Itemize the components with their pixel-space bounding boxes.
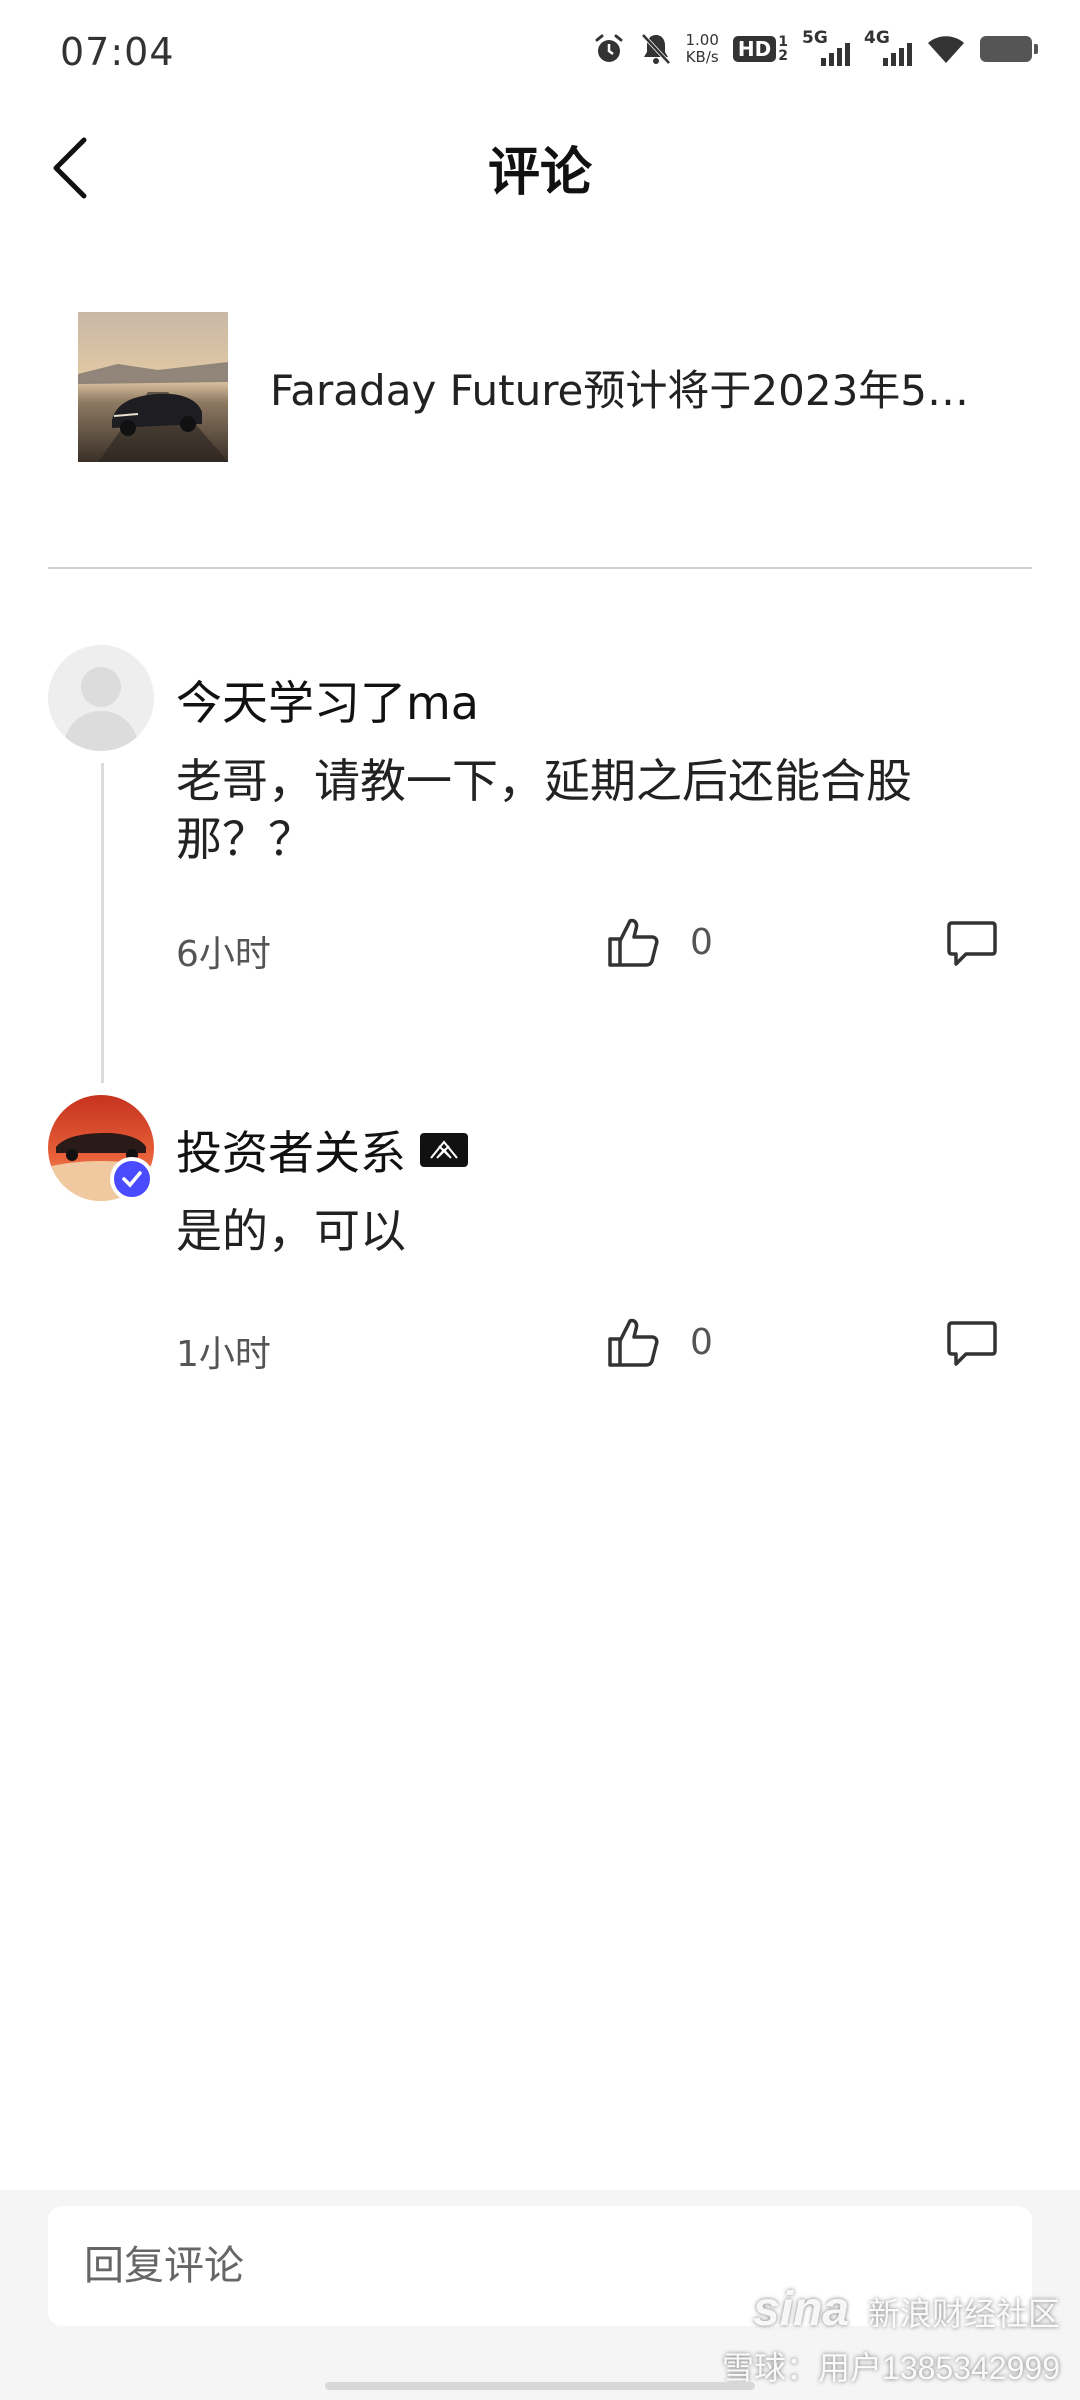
net-speed-unit: KB/s: [685, 48, 719, 66]
hd-sim1: 1: [778, 34, 788, 50]
watermark-line1: sina 新浪财经社区: [722, 2282, 1060, 2337]
status-bar: 07:04 1.00 KB/s HD 1 2 5G 4G: [0, 0, 1080, 110]
signal-4g-icon: 4G: [864, 28, 912, 66]
status-time: 07:04: [60, 30, 175, 74]
status-icons: 1.00 KB/s HD 1 2 5G 4G: [592, 28, 1038, 66]
hd-label: HD: [732, 36, 777, 62]
net-speed: 1.00 KB/s: [686, 32, 719, 66]
comment-time: 1小时: [176, 1334, 271, 1375]
net-speed-value: 1.00: [685, 31, 719, 49]
like-button[interactable]: 0: [606, 915, 713, 969]
wifi-icon: [926, 33, 966, 65]
reply-button[interactable]: [946, 1319, 998, 1373]
comment-meta: 1小时 0: [176, 1315, 1056, 1375]
hd-sim2: 2: [778, 48, 788, 64]
mute-icon: [640, 32, 672, 66]
comment-text: 是的，可以: [176, 1204, 406, 1258]
divider: [48, 567, 1032, 569]
battery-icon: [980, 36, 1038, 62]
header: 评论: [0, 110, 1080, 220]
thumbs-up-icon: [608, 918, 659, 967]
article-title: Faraday Future预计将于2023年5月…: [270, 365, 1010, 415]
brand-logo-icon: [420, 1133, 468, 1167]
sina-logo: sina: [753, 2283, 850, 2336]
article-card[interactable]: Faraday Future预计将于2023年5月…: [78, 312, 1038, 462]
comment-author-name: 今天学习了ma: [176, 676, 479, 730]
comment-item: 投资者关系 是的，可以 1小时 0: [48, 1095, 1032, 1395]
thumbs-up-icon: [608, 1318, 659, 1367]
comment-author-name: 投资者关系: [176, 1126, 406, 1180]
like-button[interactable]: 0: [606, 1315, 713, 1369]
verified-badge-icon: [110, 1157, 154, 1201]
avatar[interactable]: [48, 645, 154, 751]
like-count: 0: [690, 1321, 713, 1363]
reply-button[interactable]: [946, 919, 998, 973]
watermark: sina 新浪财经社区 雪球：用户1385342999: [722, 2282, 1060, 2389]
comment-author[interactable]: 投资者关系: [176, 1117, 468, 1183]
comment-text: 老哥，请教一下，延期之后还能合股那？？: [176, 754, 912, 866]
comment-author[interactable]: 今天学习了ma: [176, 667, 479, 733]
comment-bubble-icon: [947, 1321, 997, 1366]
alarm-icon: [592, 32, 626, 66]
hd-voice-badge: HD 1 2: [732, 34, 788, 64]
like-count: 0: [690, 921, 713, 963]
page-title: 评论: [487, 143, 592, 203]
comment-time: 6小时: [176, 934, 271, 975]
thread-line: [101, 763, 104, 1083]
watermark-community: 新浪财经社区: [867, 2296, 1060, 2332]
signal-5g-icon: 5G: [802, 28, 850, 66]
watermark-line2: 雪球：用户1385342999: [722, 2350, 1060, 2386]
article-thumbnail: [78, 312, 228, 462]
comment-bubble-icon: [947, 921, 997, 966]
comment-meta: 6小时 0: [176, 915, 1056, 975]
comment-item: 今天学习了ma 老哥，请教一下，延期之后还能合股那？？ 6小时 0: [48, 645, 1032, 1083]
home-indicator[interactable]: [325, 2382, 755, 2390]
